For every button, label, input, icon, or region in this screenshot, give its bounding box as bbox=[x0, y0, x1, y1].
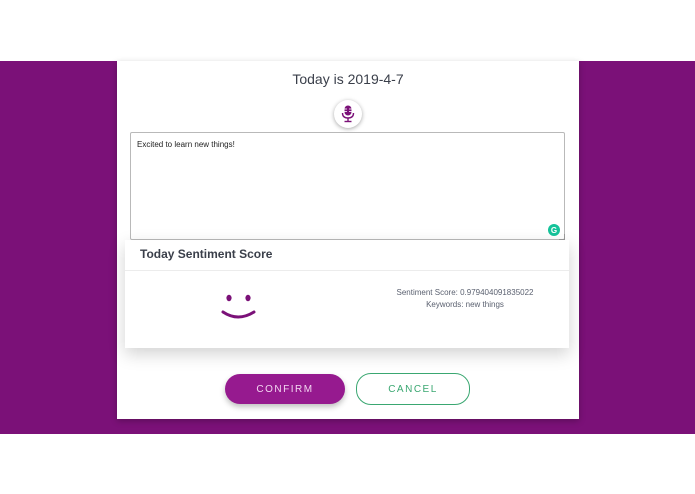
journal-entry-input[interactable] bbox=[130, 132, 565, 240]
sentiment-score-text: Sentiment Score: 0.979404091835022 bbox=[396, 288, 534, 297]
smiley-face-icon bbox=[221, 294, 256, 319]
sentiment-card-header: Today Sentiment Score bbox=[125, 240, 569, 271]
sentiment-card-title: Today Sentiment Score bbox=[140, 247, 273, 261]
keywords-text: Keywords: new things bbox=[426, 300, 504, 309]
sentiment-card: Today Sentiment Score Sentiment Score: 0… bbox=[125, 240, 569, 348]
confirm-button[interactable]: CONFIRM bbox=[225, 374, 345, 404]
journal-modal: Today is 2019-4-7 G Today Sentiment Scor… bbox=[117, 61, 579, 419]
cancel-button[interactable]: CANCEL bbox=[356, 373, 470, 405]
microphone-button[interactable] bbox=[334, 100, 362, 128]
microphone-icon bbox=[341, 105, 355, 123]
sentiment-details: Sentiment Score: 0.979404091835022 Keywo… bbox=[355, 287, 575, 311]
page-title: Today is 2019-4-7 bbox=[292, 71, 404, 87]
